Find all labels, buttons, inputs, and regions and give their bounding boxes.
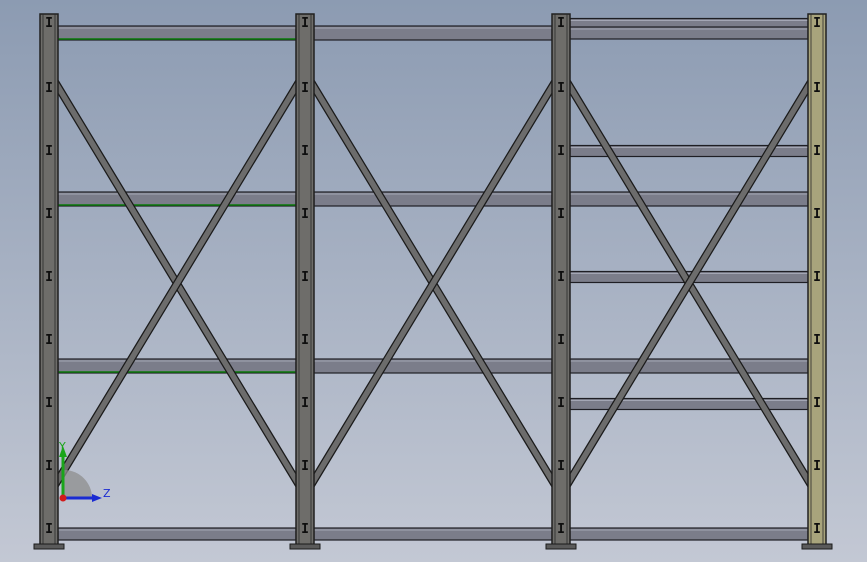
upright-base-plate [545, 543, 577, 550]
upright-marking: I [45, 144, 53, 159]
upright-marking: I [813, 333, 821, 348]
upright-marking: I [557, 270, 565, 285]
shelf-beam [569, 17, 809, 29]
brace-group [39, 59, 827, 508]
upright-marking: I [301, 459, 309, 474]
upright-marking: I [45, 396, 53, 411]
x-axis-dot [59, 494, 67, 502]
upright-marking: I [557, 333, 565, 348]
upright-base-plate [289, 543, 321, 550]
upright-marking: I [813, 144, 821, 159]
upright-marking: I [45, 16, 53, 31]
upright-marking: I [301, 144, 309, 159]
upright-marking: I [45, 81, 53, 96]
upright-marking: I [813, 522, 821, 537]
reference-triad: Y Z [58, 440, 111, 502]
upright-marking: I [45, 270, 53, 285]
upright-marking: I [813, 459, 821, 474]
upright-marking: I [557, 16, 565, 31]
cad-viewport[interactable]: IIIIIIIIIIIIIIIIIIIIIIIIIIIIIIIIIIII Y Z [0, 0, 867, 562]
upright-marking: I [45, 333, 53, 348]
upright-marking: I [813, 16, 821, 31]
upright-marking: I [557, 396, 565, 411]
upright-marking: I [301, 333, 309, 348]
upright-marking: I [557, 144, 565, 159]
upright-marking: I [301, 81, 309, 96]
z-axis-arrow [92, 494, 102, 502]
upright-marking: I [301, 270, 309, 285]
rack-model[interactable]: IIIIIIIIIIIIIIIIIIIIIIIIIIIIIIIIIIII [0, 0, 867, 562]
upright-marking: I [45, 207, 53, 222]
upright-marking: I [301, 522, 309, 537]
z-axis-label: Z [103, 487, 111, 500]
upright-marking: I [813, 270, 821, 285]
upright-marking: I [301, 16, 309, 31]
y-axis-label: Y [58, 440, 66, 453]
upright-marking: I [557, 207, 565, 222]
upright-marking: I [45, 522, 53, 537]
triad-shading [64, 470, 92, 499]
upright-marking: I [557, 522, 565, 537]
upright-marking: I [813, 207, 821, 222]
upright-marking: I [301, 207, 309, 222]
upright-marking: I [557, 81, 565, 96]
upright-marking: I [813, 396, 821, 411]
upright-marking: I [813, 81, 821, 96]
upright-marking: I [301, 396, 309, 411]
upright-base-plate [33, 543, 65, 550]
upright-base-plate [801, 543, 833, 550]
upright-marking: I [557, 459, 565, 474]
